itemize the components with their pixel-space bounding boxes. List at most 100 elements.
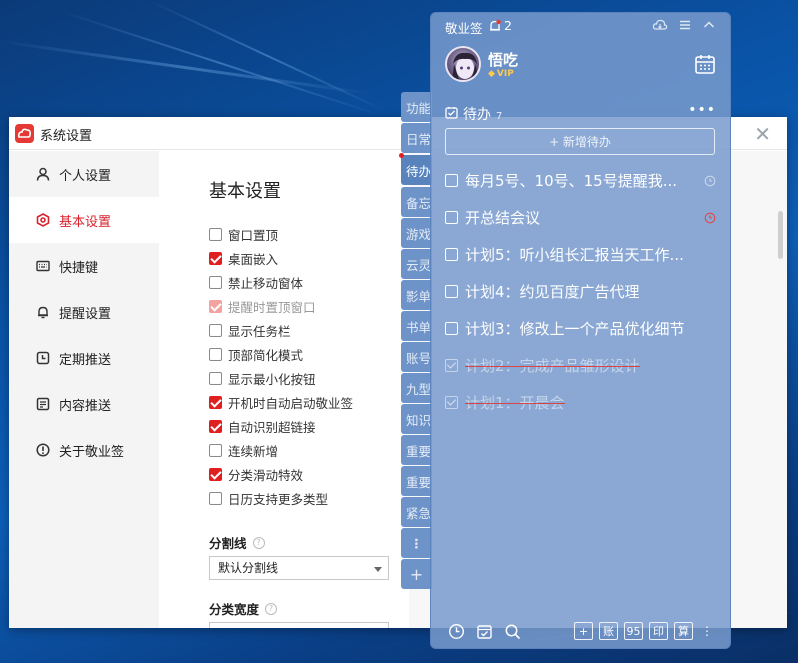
sidebar-item-label: 定期推送 xyxy=(59,352,112,368)
todo-checkbox[interactable] xyxy=(445,210,458,224)
option-label: 显示任务栏 xyxy=(228,323,291,339)
checkbox[interactable] xyxy=(209,371,222,385)
sidebar-item-shortcuts[interactable]: 快捷键 xyxy=(9,243,159,289)
sidebar-item-basic[interactable]: 基本设置 xyxy=(9,197,159,243)
option-label: 禁止移动窗体 xyxy=(228,275,304,291)
todo-item[interactable]: 每月5号、10号、15号提醒我... xyxy=(445,169,720,191)
option-slide-effect[interactable]: 分类滑动特效 xyxy=(209,465,303,483)
option-window-on-top[interactable]: 窗口置顶 xyxy=(209,225,278,243)
help-icon[interactable]: ? xyxy=(265,602,278,615)
todo-checkbox[interactable] xyxy=(445,284,458,298)
todo-checkbox[interactable] xyxy=(445,173,458,187)
vip-label: VIP xyxy=(496,69,514,79)
tab-important-2[interactable]: 重要 xyxy=(401,466,432,496)
tab-nine-types[interactable]: 九型 xyxy=(401,373,432,403)
widget-topbar[interactable]: 敬业签 2 xyxy=(431,13,730,39)
tab-urgent[interactable]: 紧急 xyxy=(401,497,432,527)
more-options-icon[interactable]: ••• xyxy=(688,102,716,118)
option-autostart[interactable]: 开机时自动启动敬业签 xyxy=(209,393,353,411)
print-button[interactable]: 印 xyxy=(649,622,668,640)
sidebar-item-about[interactable]: 关于敬业签 xyxy=(9,427,159,473)
checkbox[interactable] xyxy=(209,419,222,433)
sidebar-item-label: 提醒设置 xyxy=(59,306,112,322)
sidebar-item-content-push[interactable]: 内容推送 xyxy=(9,381,159,427)
checklist-icon[interactable] xyxy=(476,623,493,644)
todo-text: 开总结会议 xyxy=(465,208,541,227)
tab-cloud[interactable]: 云灵 xyxy=(401,249,432,279)
option-simple-top[interactable]: 顶部简化模式 xyxy=(209,345,303,363)
option-continuous-add[interactable]: 连续新增 xyxy=(209,441,278,459)
todo-text: 计划2：完成产品雏形设计 xyxy=(465,356,640,375)
option-auto-link[interactable]: 自动识别超链接 xyxy=(209,417,316,435)
calculate-button[interactable]: 算 xyxy=(674,622,693,640)
ninety-five-button[interactable]: 95 xyxy=(624,622,643,640)
sidebar-item-personal[interactable]: 个人设置 xyxy=(9,151,159,197)
notification-bell-icon[interactable] xyxy=(488,18,502,37)
checkbox[interactable] xyxy=(209,323,222,337)
tab-todo[interactable]: 待办 xyxy=(401,155,432,185)
help-icon[interactable]: ? xyxy=(252,536,265,549)
tab-knowledge[interactable]: 知识 xyxy=(401,404,432,434)
widget-bottom-bar: + 账 95 印 算 ⋮ xyxy=(431,617,730,648)
tab-add-button[interactable]: + xyxy=(401,559,432,589)
tab-important-1[interactable]: 重要 xyxy=(401,435,432,465)
checkbox[interactable] xyxy=(209,251,222,265)
option-label: 开机时自动启动敬业签 xyxy=(228,395,354,411)
option-calendar-types[interactable]: 日历支持更多类型 xyxy=(209,489,328,507)
tab-more-button[interactable]: ⋮ xyxy=(401,528,432,558)
sidebar-item-label: 内容推送 xyxy=(59,398,112,414)
category-width-select[interactable] xyxy=(209,622,389,628)
todo-checkbox[interactable] xyxy=(445,321,458,335)
search-icon[interactable] xyxy=(504,623,521,644)
tab-books[interactable]: 书单 xyxy=(401,311,432,341)
todo-text: 每月5号、10号、15号提醒我... xyxy=(465,171,678,190)
menu-icon[interactable] xyxy=(678,17,692,36)
todo-item[interactable]: 开总结会议 xyxy=(445,206,720,228)
window-title: 系统设置 xyxy=(40,129,93,144)
cloud-sync-icon[interactable] xyxy=(652,17,668,36)
option-minimize-button[interactable]: 显示最小化按钮 xyxy=(209,369,316,387)
tab-movies[interactable]: 影单 xyxy=(401,280,432,310)
todo-checkbox[interactable] xyxy=(445,247,458,261)
sidebar-item-scheduled-push[interactable]: 定期推送 xyxy=(9,335,159,381)
clock-icon[interactable] xyxy=(448,623,465,644)
checkbox[interactable] xyxy=(209,443,222,457)
checkbox[interactable] xyxy=(209,467,222,481)
checkbox[interactable] xyxy=(209,347,222,361)
add-todo-button[interactable]: + 新增待办 xyxy=(445,128,715,155)
tab-daily[interactable]: 日常 xyxy=(401,123,432,153)
add-square-button[interactable]: + xyxy=(574,622,593,640)
scrollbar-thumb[interactable] xyxy=(778,211,783,259)
todo-item[interactable]: 计划4：约见百度广告代理 xyxy=(445,280,720,302)
checkbox[interactable] xyxy=(209,395,222,409)
todo-item-completed[interactable]: 计划1：开晨会 xyxy=(445,391,720,413)
divider-select[interactable]: 默认分割线 xyxy=(209,556,389,580)
desktop-light-streak xyxy=(149,0,386,112)
account-button[interactable]: 账 xyxy=(599,622,618,640)
todo-section-header[interactable]: 待办 7 xyxy=(445,104,502,124)
calendar-icon[interactable] xyxy=(694,53,716,79)
checkbox[interactable] xyxy=(209,491,222,505)
option-desktop-embed[interactable]: 桌面嵌入 xyxy=(209,249,278,267)
tab-accounts[interactable]: 账号 xyxy=(401,342,432,372)
diamond-icon: ◆ xyxy=(488,69,495,79)
tab-games[interactable]: 游戏 xyxy=(401,218,432,248)
checkbox[interactable] xyxy=(209,275,222,289)
tab-function[interactable]: 功能 xyxy=(401,92,432,122)
collapse-up-icon[interactable] xyxy=(702,17,716,36)
todo-item-completed[interactable]: 计划2：完成产品雏形设计 xyxy=(445,354,720,376)
tab-memo[interactable]: 备忘 xyxy=(401,187,432,217)
todo-text: 计划5：听小组长汇报当天工作... xyxy=(465,245,684,264)
close-icon[interactable]: ✕ xyxy=(754,122,771,146)
checkbox[interactable] xyxy=(209,227,222,241)
option-lock-window[interactable]: 禁止移动窗体 xyxy=(209,273,303,291)
sidebar-item-reminder[interactable]: 提醒设置 xyxy=(9,289,159,335)
todo-item[interactable]: 计划5：听小组长汇报当天工作... xyxy=(445,243,720,265)
option-show-taskbar[interactable]: 显示任务栏 xyxy=(209,321,291,339)
avatar[interactable] xyxy=(445,46,481,82)
more-vertical-icon[interactable]: ⋮ xyxy=(701,624,713,638)
option-label: 日历支持更多类型 xyxy=(228,491,329,507)
todo-item[interactable]: 计划3：修改上一个产品优化细节 xyxy=(445,317,720,339)
todo-checkbox[interactable] xyxy=(445,358,458,372)
todo-checkbox[interactable] xyxy=(445,395,458,409)
